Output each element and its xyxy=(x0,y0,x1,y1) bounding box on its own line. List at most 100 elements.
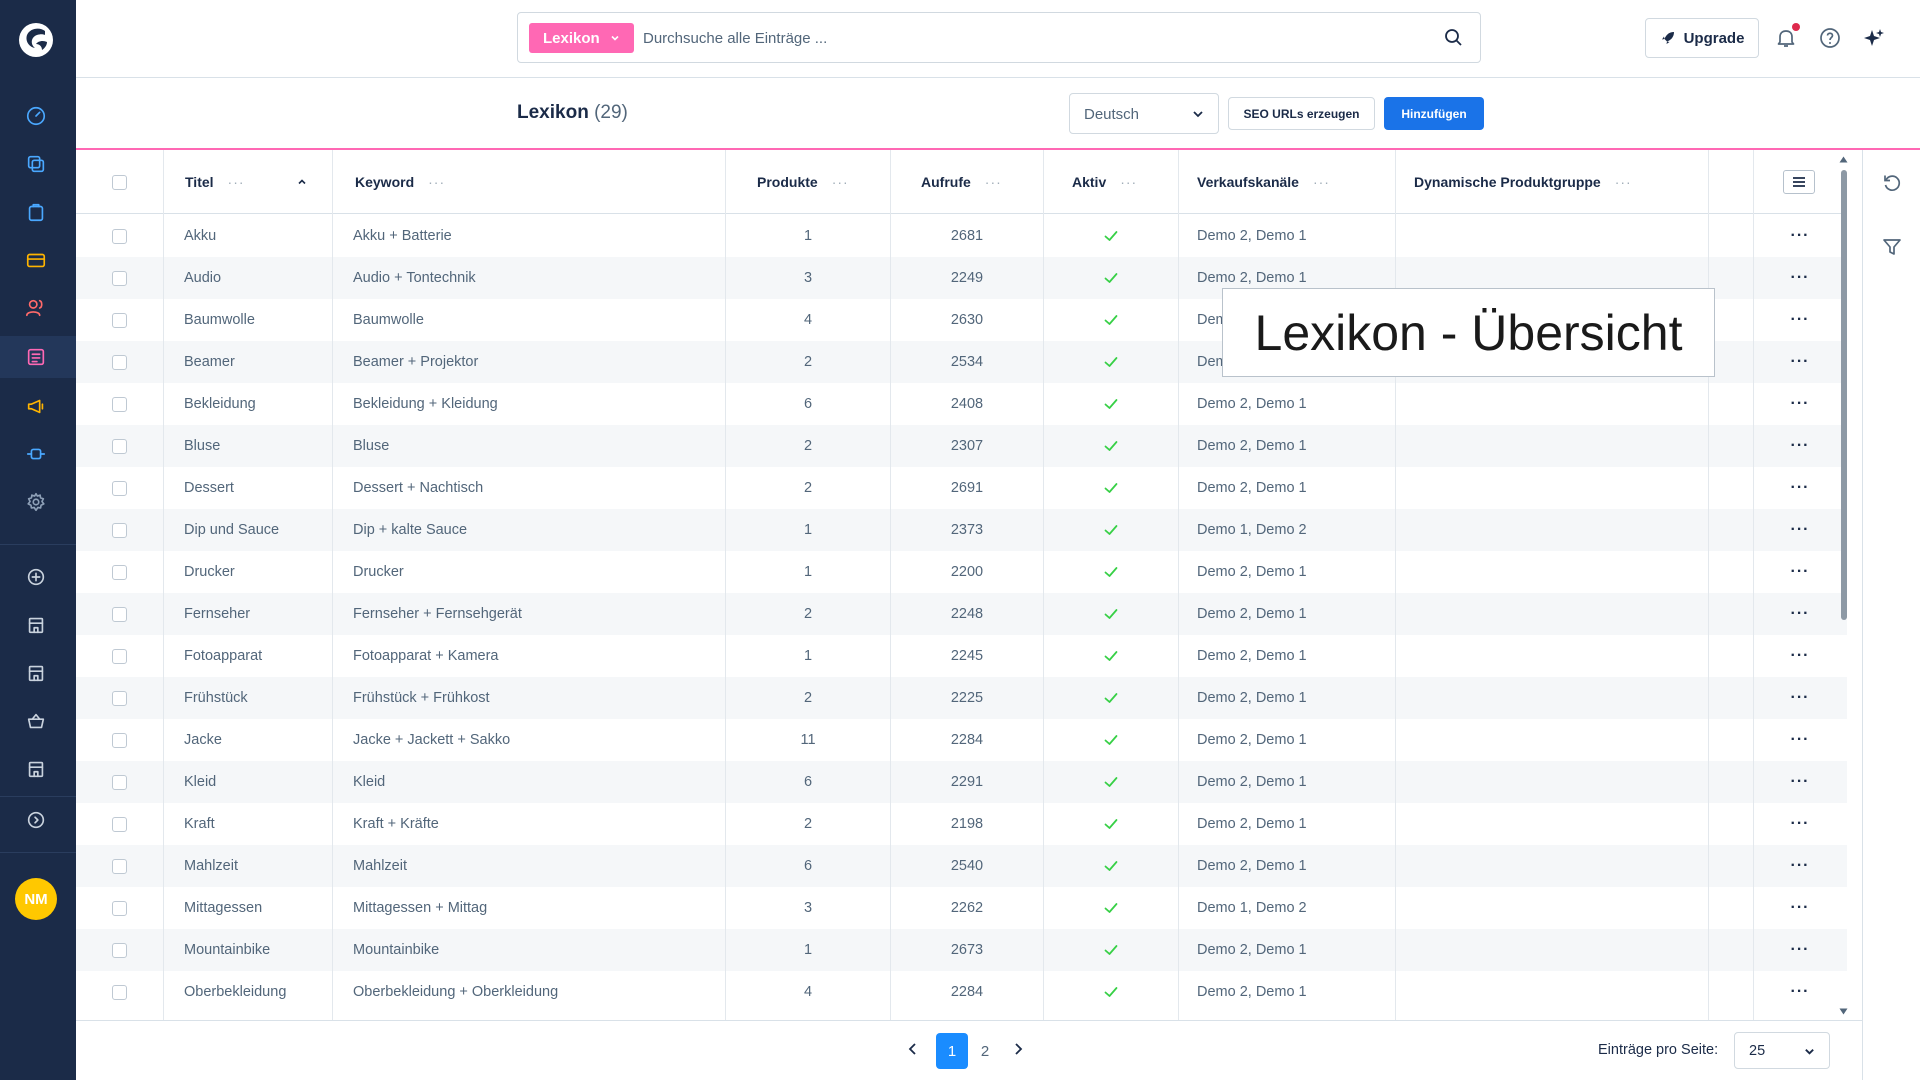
row-checkbox[interactable] xyxy=(112,215,127,257)
column-menu-icon[interactable]: ··· xyxy=(1120,174,1137,190)
cell-titel[interactable]: Dessert xyxy=(184,467,234,509)
search-type-tag[interactable]: Lexikon xyxy=(529,23,634,53)
row-checkbox[interactable] xyxy=(112,467,127,509)
content-icon[interactable] xyxy=(24,345,48,369)
row-checkbox[interactable] xyxy=(112,929,127,971)
cell-titel[interactable]: Mittagessen xyxy=(184,887,262,929)
dashboard-icon[interactable] xyxy=(24,104,48,128)
row-actions-menu[interactable]: ··· xyxy=(1754,845,1846,887)
previous-page-icon[interactable] xyxy=(905,1041,921,1057)
row-checkbox[interactable] xyxy=(112,719,127,761)
table-row[interactable]: Akku Akku + Batterie 1 2681 Demo 2, Demo 1 ··… xyxy=(76,215,1847,257)
cell-titel[interactable]: Drucker xyxy=(184,551,235,593)
cell-titel[interactable]: Kraft xyxy=(184,803,215,845)
row-checkbox[interactable] xyxy=(112,803,127,845)
search-input[interactable] xyxy=(643,26,1423,50)
cell-titel[interactable]: Jacke xyxy=(184,719,222,761)
table-row[interactable]: Oberbekleidung Oberbekleidung + Oberkleid… xyxy=(76,971,1847,1013)
row-checkbox[interactable] xyxy=(112,635,127,677)
row-actions-menu[interactable]: ··· xyxy=(1754,509,1846,551)
row-actions-menu[interactable]: ··· xyxy=(1754,467,1846,509)
column-header-titel[interactable]: Titel ··· xyxy=(185,150,307,214)
row-actions-menu[interactable]: ··· xyxy=(1754,887,1846,929)
column-header-produkte[interactable]: Produkte ··· xyxy=(757,150,849,214)
cell-titel[interactable]: Audio xyxy=(184,257,221,299)
cell-titel[interactable]: Oberbekleidung xyxy=(184,971,286,1013)
cell-titel[interactable]: Fernseher xyxy=(184,593,250,635)
row-actions-menu[interactable]: ··· xyxy=(1754,635,1846,677)
column-header-aufrufe[interactable]: Aufrufe ··· xyxy=(921,150,1002,214)
table-row[interactable]: Dip und Sauce Dip + kalte Sauce 1 2373 Demo … xyxy=(76,509,1847,551)
cell-titel[interactable]: Fotoapparat xyxy=(184,635,262,677)
refresh-icon[interactable] xyxy=(1881,172,1903,194)
scroll-down-icon[interactable] xyxy=(1839,1008,1848,1015)
settings-icon[interactable] xyxy=(24,490,48,514)
row-actions-menu[interactable]: ··· xyxy=(1754,719,1846,761)
cell-titel[interactable]: Bekleidung xyxy=(184,383,256,425)
shopware-logo[interactable] xyxy=(18,22,54,58)
sort-ascending-icon[interactable] xyxy=(297,177,307,187)
expand-menu-icon[interactable] xyxy=(24,808,48,832)
cell-titel[interactable]: Bluse xyxy=(184,425,220,467)
cell-titel[interactable]: Beamer xyxy=(184,341,235,383)
filter-icon[interactable] xyxy=(1881,236,1903,258)
column-menu-icon[interactable]: ··· xyxy=(1615,174,1632,190)
row-actions-menu[interactable]: ··· xyxy=(1754,215,1846,257)
row-checkbox[interactable] xyxy=(112,887,127,929)
table-row[interactable]: Fernseher Fernseher + Fernsehgerät 2 2248 De… xyxy=(76,593,1847,635)
row-checkbox[interactable] xyxy=(112,971,127,1013)
avatar[interactable]: NM xyxy=(15,878,57,920)
language-select[interactable]: Deutsch xyxy=(1069,93,1219,134)
table-row[interactable]: Mountainbike Mountainbike 1 2673 Demo 2, Dem… xyxy=(76,929,1847,971)
row-actions-menu[interactable]: ··· xyxy=(1754,551,1846,593)
row-checkbox[interactable] xyxy=(112,425,127,467)
row-checkbox[interactable] xyxy=(112,257,127,299)
cell-titel[interactable]: Dip und Sauce xyxy=(184,509,279,551)
row-actions-menu[interactable]: ··· xyxy=(1754,803,1846,845)
seo-urls-button[interactable]: SEO URLs erzeugen xyxy=(1228,97,1375,130)
table-row[interactable]: Bluse Bluse 2 2307 Demo 2, Demo 1 ··· xyxy=(76,425,1847,467)
row-actions-menu[interactable]: ··· xyxy=(1754,971,1846,1013)
row-checkbox[interactable] xyxy=(112,383,127,425)
search-icon[interactable] xyxy=(1444,28,1464,48)
table-row[interactable]: Bekleidung Bekleidung + Kleidung 6 2408 Demo… xyxy=(76,383,1847,425)
row-checkbox[interactable] xyxy=(112,509,127,551)
table-row[interactable]: Jacke Jacke + Jackett + Sakko 11 2284 Demo 2… xyxy=(76,719,1847,761)
column-header-aktiv[interactable]: Aktiv ··· xyxy=(1072,150,1137,214)
storefront-icon[interactable] xyxy=(24,661,48,685)
cell-titel[interactable]: Kleid xyxy=(184,761,216,803)
scroll-up-icon[interactable] xyxy=(1839,156,1848,163)
cell-titel[interactable]: Frühstück xyxy=(184,677,248,719)
cell-titel[interactable]: Mountainbike xyxy=(184,929,270,971)
per-page-select[interactable]: 25 xyxy=(1734,1032,1830,1069)
row-checkbox[interactable] xyxy=(112,677,127,719)
row-checkbox[interactable] xyxy=(112,341,127,383)
grid-settings-button[interactable] xyxy=(1783,170,1815,194)
cell-titel[interactable]: Mahlzeit xyxy=(184,845,238,887)
extensions-icon[interactable] xyxy=(24,442,48,466)
table-row[interactable]: Frühstück Frühstück + Frühkost 2 2225 Demo 2… xyxy=(76,677,1847,719)
column-menu-icon[interactable]: ··· xyxy=(985,174,1002,190)
add-sales-channel-icon[interactable] xyxy=(24,565,48,589)
row-actions-menu[interactable]: ··· xyxy=(1754,299,1846,341)
row-checkbox[interactable] xyxy=(112,551,127,593)
column-menu-icon[interactable]: ··· xyxy=(1313,174,1330,190)
column-menu-icon[interactable]: ··· xyxy=(228,174,245,190)
column-menu-icon[interactable]: ··· xyxy=(428,174,445,190)
row-actions-menu[interactable]: ··· xyxy=(1754,593,1846,635)
table-row[interactable]: Mahlzeit Mahlzeit 6 2540 Demo 2, Demo 1 ··· xyxy=(76,845,1847,887)
row-actions-menu[interactable]: ··· xyxy=(1754,761,1846,803)
table-row[interactable]: Fotoapparat Fotoapparat + Kamera 1 2245 Demo… xyxy=(76,635,1847,677)
column-menu-icon[interactable]: ··· xyxy=(832,174,849,190)
row-checkbox[interactable] xyxy=(112,593,127,635)
table-row[interactable]: Kleid Kleid 6 2291 Demo 2, Demo 1 ··· xyxy=(76,761,1847,803)
row-actions-menu[interactable]: ··· xyxy=(1754,383,1846,425)
table-row[interactable]: Kraft Kraft + Kräfte 2 2198 Demo 2, Demo 1 ··… xyxy=(76,803,1847,845)
row-actions-menu[interactable]: ··· xyxy=(1754,677,1846,719)
customers-icon[interactable] xyxy=(24,296,48,320)
row-actions-menu[interactable]: ··· xyxy=(1754,257,1846,299)
next-page-icon[interactable] xyxy=(1010,1041,1026,1057)
orders-icon[interactable] xyxy=(24,200,48,224)
scrollbar-thumb[interactable] xyxy=(1841,170,1847,620)
select-all-checkbox[interactable] xyxy=(112,150,127,214)
